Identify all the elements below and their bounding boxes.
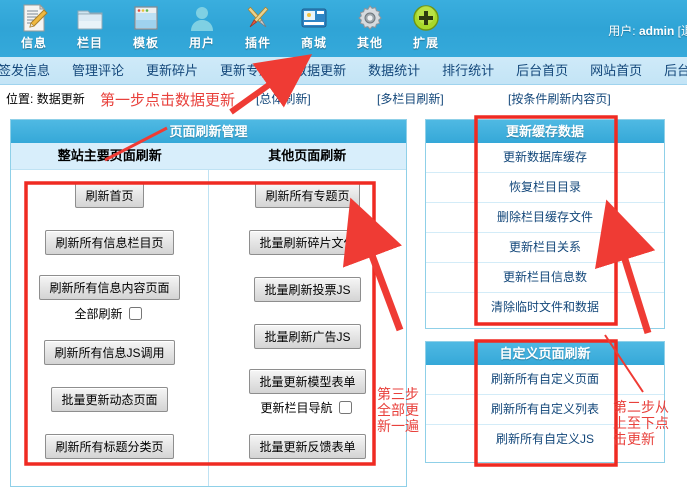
link-total-refresh[interactable]: [总体刷新]	[256, 90, 311, 107]
logout-link[interactable]: [退	[678, 24, 687, 38]
gear-icon	[354, 2, 386, 34]
row-refresh-all-custom-js[interactable]: 刷新所有自定义JS	[426, 425, 664, 454]
column-main-refresh: 刷新首页 刷新所有信息栏目页 刷新所有信息内容页面 全部刷新 刷新所有信息JS调…	[11, 170, 209, 486]
secondary-nav: 签发信息 管理评论 更新碎片 更新专题 数据更新 数据统计 排行统计 后台首页 …	[0, 57, 687, 85]
panel-custom-title: 自定义页面刷新	[426, 342, 664, 365]
panel-left-subheader: 整站主要页面刷新 其他页面刷新	[11, 143, 406, 170]
module-模板[interactable]: 模板	[118, 2, 174, 51]
breadcrumb-current: 数据更新	[36, 92, 85, 106]
module-label: 用户	[188, 36, 215, 50]
btn-refresh-all-info-js[interactable]: 刷新所有信息JS调用	[44, 340, 175, 365]
subheader-other: 其他页面刷新	[268, 148, 347, 163]
checkbox-update-nav[interactable]	[338, 401, 352, 414]
module-label: 插件	[244, 36, 271, 50]
module-label: 模板	[132, 36, 159, 50]
nav-item-3[interactable]: 更新专题	[209, 57, 283, 84]
breadcrumb-row: 位置: 数据更新 第一步点击数据更新 [总体刷新] [多栏目刷新] [按条件刷新…	[0, 85, 687, 112]
panel-custom-page-refresh: 自定义页面刷新 刷新所有自定义页面 刷新所有自定义列表 刷新所有自定义JS	[425, 341, 665, 463]
row-refresh-all-custom-lists[interactable]: 刷新所有自定义列表	[426, 395, 664, 425]
row-update-category-relations[interactable]: 更新栏目关系	[426, 233, 664, 263]
user-name: admin	[638, 24, 675, 38]
row-update-db-cache[interactable]: 更新数据库缓存	[426, 143, 664, 173]
btn-batch-update-dynamic-pages[interactable]: 批量更新动态页面	[51, 387, 168, 412]
module-label: 栏目	[76, 36, 103, 50]
panel-left-title: 页面刷新管理	[11, 120, 406, 143]
module-icon-row: 信息 栏目 模板 用户 插件 商城 其他 扩展	[6, 2, 454, 51]
nav-item-4[interactable]: 数据更新	[283, 57, 357, 84]
user-icon	[186, 2, 218, 34]
nav-item-8[interactable]: 网站首页	[579, 57, 653, 84]
column-other-refresh: 刷新所有专题页 批量刷新碎片文件 批量刷新投票JS 批量刷新广告JS 批量更新模…	[209, 170, 406, 486]
btn-batch-refresh-ad-js[interactable]: 批量刷新广告JS	[254, 324, 361, 349]
link-multi-column-refresh[interactable]: [多栏目刷新]	[377, 90, 444, 107]
module-label: 扩展	[412, 36, 439, 50]
checkbox-label-update-nav: 更新栏目导航	[260, 401, 333, 415]
btn-refresh-all-title-category-pages[interactable]: 刷新所有标题分类页	[45, 434, 174, 459]
panel-left-columns: 刷新首页 刷新所有信息栏目页 刷新所有信息内容页面 全部刷新 刷新所有信息JS调…	[11, 170, 406, 486]
link-conditional-refresh[interactable]: [按条件刷新内容页]	[508, 90, 611, 107]
folder-icon	[74, 2, 106, 34]
checkbox-label-refresh-all: 全部刷新	[74, 307, 123, 321]
module-label: 其他	[356, 36, 383, 50]
btn-batch-refresh-fragment-files[interactable]: 批量刷新碎片文件	[249, 230, 366, 255]
user-info: 用户: admin [退	[608, 22, 687, 39]
btn-batch-update-feedback-form[interactable]: 批量更新反馈表单	[249, 434, 366, 459]
breadcrumb: 位置: 数据更新	[6, 90, 85, 107]
row-update-category-info-count[interactable]: 更新栏目信息数	[426, 263, 664, 293]
panel-page-refresh-management: 页面刷新管理 整站主要页面刷新 其他页面刷新 刷新首页 刷新所有信息栏目页 刷新…	[10, 119, 407, 487]
row-restore-category-dir[interactable]: 恢复栏目目录	[426, 173, 664, 203]
nav-item-9[interactable]: 后台地图	[653, 57, 687, 84]
btn-refresh-all-category-pages[interactable]: 刷新所有信息栏目页	[45, 230, 174, 255]
annotation-step1: 第一步点击数据更新	[100, 91, 236, 109]
module-扩展[interactable]: 扩展	[398, 2, 454, 51]
row-refresh-all-custom-pages[interactable]: 刷新所有自定义页面	[426, 365, 664, 395]
checkbox-row-update-nav: 更新栏目导航	[260, 398, 354, 417]
module-插件[interactable]: 插件	[230, 2, 286, 51]
nav-item-0[interactable]: 签发信息	[0, 57, 61, 84]
btn-batch-refresh-vote-js[interactable]: 批量刷新投票JS	[254, 277, 361, 302]
checkbox-row-refresh-all: 全部刷新	[74, 304, 144, 323]
nav-item-5[interactable]: 数据统计	[357, 57, 431, 84]
nav-list: 签发信息 管理评论 更新碎片 更新专题 数据更新 数据统计 排行统计 后台首页 …	[0, 57, 687, 84]
module-用户[interactable]: 用户	[174, 2, 230, 51]
panel-cache-title: 更新缓存数据	[426, 120, 664, 143]
subheader-main: 整站主要页面刷新	[57, 148, 162, 163]
btn-refresh-all-content-pages[interactable]: 刷新所有信息内容页面	[39, 275, 180, 300]
app-header: 信息 栏目 模板 用户 插件 商城 其他 扩展 用户: admin [退	[0, 0, 687, 57]
module-label: 信息	[20, 36, 47, 50]
nav-item-7[interactable]: 后台首页	[505, 57, 579, 84]
btn-refresh-all-topic-pages[interactable]: 刷新所有专题页	[255, 183, 360, 208]
nav-item-2[interactable]: 更新碎片	[135, 57, 209, 84]
panel-update-cache-data: 更新缓存数据 更新数据库缓存 恢复栏目目录 删除栏目缓存文件 更新栏目关系 更新…	[425, 119, 665, 329]
module-其他[interactable]: 其他	[342, 2, 398, 51]
module-信息[interactable]: 信息	[6, 2, 62, 51]
window-icon	[130, 2, 162, 34]
module-商城[interactable]: 商城	[286, 2, 342, 51]
btn-refresh-home[interactable]: 刷新首页	[75, 183, 144, 208]
plus-circle-icon	[410, 2, 442, 34]
nav-item-6[interactable]: 排行统计	[431, 57, 505, 84]
btn-batch-update-model-form[interactable]: 批量更新模型表单	[249, 369, 366, 394]
tools-icon	[242, 2, 274, 34]
row-delete-category-cache-files[interactable]: 删除栏目缓存文件	[426, 203, 664, 233]
user-prefix-label: 用户:	[608, 24, 636, 38]
nav-item-1[interactable]: 管理评论	[61, 57, 135, 84]
module-label: 商城	[300, 36, 327, 50]
row-clear-temp-files-and-data[interactable]: 清除临时文件和数据	[426, 293, 664, 322]
document-pencil-icon	[18, 2, 50, 34]
main-content: 页面刷新管理 整站主要页面刷新 其他页面刷新 刷新首页 刷新所有信息栏目页 刷新…	[0, 112, 687, 502]
card-icon	[298, 2, 330, 34]
breadcrumb-prefix: 位置:	[6, 92, 34, 106]
checkbox-refresh-all[interactable]	[128, 307, 142, 320]
module-栏目[interactable]: 栏目	[62, 2, 118, 51]
